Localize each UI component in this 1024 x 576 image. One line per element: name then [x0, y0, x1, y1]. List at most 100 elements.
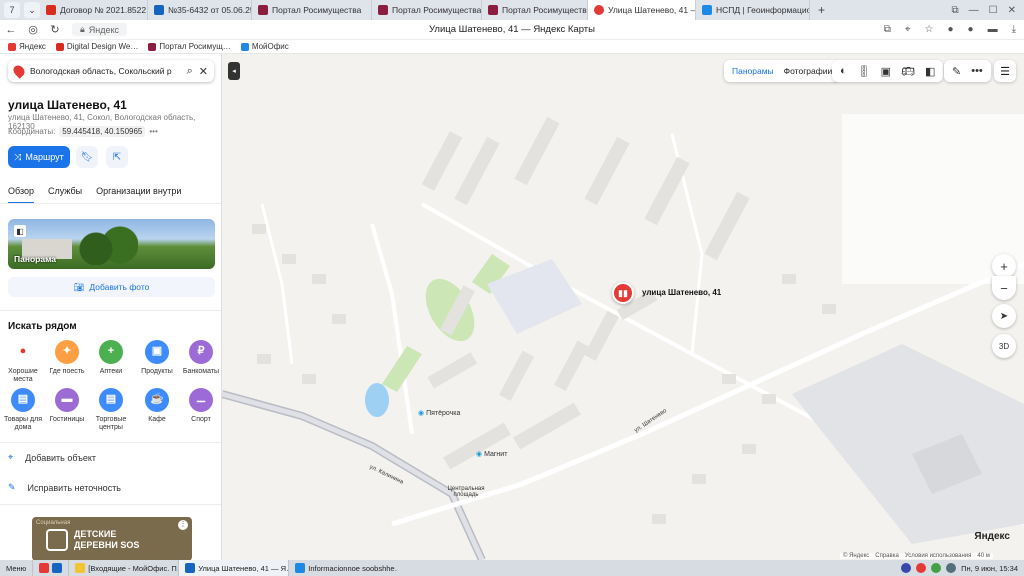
search-box[interactable]: Вологодская область, Сокольский р ⌕ ✕: [8, 60, 214, 82]
tab-1[interactable]: Договор № 2021.8522: [40, 0, 148, 20]
panoramas-button[interactable]: Панорамы: [732, 66, 774, 76]
transport-icon[interactable]: 🚌︎: [901, 65, 915, 78]
share-button[interactable]: ⇱: [106, 146, 128, 168]
clock[interactable]: Пн, 9 июн, 15:34: [961, 564, 1018, 573]
reload-icon[interactable]: ↻: [44, 23, 66, 36]
coordinates-row: Координаты: 59.445418, 40.150965 •••: [8, 126, 158, 137]
start-menu-button[interactable]: Меню: [0, 564, 32, 573]
poi-pyaterochka[interactable]: ◉ Пятёрочка: [418, 409, 460, 417]
category-icon: ▤: [11, 388, 35, 412]
more-icon[interactable]: •••: [149, 127, 157, 136]
location-icon: ⌖: [8, 452, 14, 462]
location-icon[interactable]: ⌖: [905, 24, 911, 35]
more-icon[interactable]: •••: [971, 65, 983, 77]
panorama-preview[interactable]: ◧ Панорама: [8, 219, 215, 269]
tab-organizations[interactable]: Организации внутри: [96, 186, 181, 204]
ad-menu-icon[interactable]: ⋮: [178, 520, 188, 530]
3d-button[interactable]: 3D: [992, 334, 1016, 358]
bookmark-label: Портал Росимущ…: [159, 42, 231, 51]
place-marker[interactable]: ▮▮: [612, 282, 634, 304]
tray-icon[interactable]: [916, 563, 927, 573]
extension-icon[interactable]: ●: [968, 24, 974, 35]
close-window-icon[interactable]: ✕: [1008, 5, 1016, 16]
nearby-category[interactable]: ✦ Где поесть: [44, 340, 90, 376]
bookmark-myoffice[interactable]: МойОфис: [240, 42, 289, 51]
tray-icon[interactable]: [931, 563, 942, 573]
taskbar-item-browser[interactable]: Улица Шатенево, 41 — Я…: [178, 560, 289, 576]
add-object-link[interactable]: ⌖ Добавить объект: [8, 452, 96, 463]
house: [282, 254, 296, 264]
nearby-category[interactable]: ▬ Гостиницы: [44, 388, 90, 424]
search-input[interactable]: Вологодская область, Сокольский р: [30, 66, 181, 76]
tab-list-icon[interactable]: ⌄: [24, 2, 40, 18]
taskbar-app-icon[interactable]: [32, 560, 68, 576]
zoom-out-button[interactable]: −: [992, 276, 1016, 300]
os-taskbar: Меню [Входящие - МойОфис. П… Улица Шатен…: [0, 560, 1024, 576]
camera-icon[interactable]: ▣: [881, 65, 891, 78]
nearby-category[interactable]: ● Хорошие места: [0, 340, 46, 385]
map-canvas[interactable]: ◂ Панорамы Фотографии ◐ 🚦︎ ▣ 🚌︎ ◧ ✎ ••• …: [222, 54, 1024, 560]
bookmark-digital-design[interactable]: Digital Design We…: [55, 42, 139, 51]
bookmark-button[interactable]: 🔖︎: [76, 146, 98, 168]
tray-icon[interactable]: [901, 563, 912, 573]
zoom-in-button[interactable]: +: [992, 254, 1016, 278]
coordinates-value[interactable]: 59.445418, 40.150965: [59, 126, 146, 137]
taskbar-item-mail[interactable]: [Входящие - МойОфис. П…: [68, 560, 178, 576]
route-button[interactable]: ⤨ Маршрут: [8, 146, 70, 168]
close-icon[interactable]: ✕: [199, 65, 208, 78]
tab-7[interactable]: НСПД | Геоинформацио…✕: [696, 0, 810, 20]
category-label: Аптеки: [99, 368, 123, 375]
maximize-icon[interactable]: ☐: [989, 5, 998, 16]
menu-icon[interactable]: ☰: [994, 60, 1016, 82]
window-controls: ⧉ — ☐ ✕: [952, 5, 1024, 16]
poi-magnit[interactable]: ◉ Магнит: [476, 450, 507, 458]
photos-button[interactable]: Фотографии: [784, 66, 833, 76]
house: [782, 274, 796, 284]
map-style-icon[interactable]: ◧: [925, 65, 935, 78]
tab-7-label: НСПД | Геоинформацио…: [716, 5, 810, 15]
nearby-category[interactable]: ▤ Товары для дома: [0, 388, 46, 433]
fix-error-link[interactable]: ✎ Исправить неточность: [8, 482, 121, 493]
bookmark-yandex[interactable]: Яндекс: [8, 42, 46, 51]
shop-icon: ◉: [476, 451, 485, 458]
url-field[interactable]: 🔒︎ Яндекс: [72, 23, 128, 36]
back-icon[interactable]: ←: [0, 24, 22, 36]
bookmark-rosim[interactable]: Портал Росимущ…: [148, 42, 231, 51]
extensions-icon[interactable]: ⧉: [952, 5, 959, 16]
nearby-category[interactable]: + Аптеки: [88, 340, 134, 376]
extension-icon[interactable]: ▬: [988, 24, 998, 35]
tab-4[interactable]: Портал Росимущества: [372, 0, 482, 20]
bookmark-icon[interactable]: ☆: [925, 24, 934, 35]
extension-icon[interactable]: ●: [947, 24, 953, 35]
nearby-category[interactable]: ▤ Торговые центры: [88, 388, 134, 433]
layers-icon[interactable]: ◐: [840, 65, 847, 77]
taskbar-item-document[interactable]: Informacionnoe soobshhe…: [288, 560, 398, 576]
ruler-icon[interactable]: ✎: [952, 65, 961, 78]
help-link[interactable]: Справка: [875, 553, 899, 559]
tab-counter[interactable]: 7: [4, 2, 20, 18]
tab-overview[interactable]: Обзор: [8, 186, 34, 204]
tray-icon[interactable]: [946, 563, 957, 573]
copy-icon[interactable]: ⧉: [884, 24, 891, 35]
nearby-category[interactable]: ▣ Продукты: [134, 340, 180, 376]
tab-3[interactable]: Портал Росимущества: [252, 0, 372, 20]
collapse-sidebar-button[interactable]: ◂: [228, 62, 240, 80]
geolocation-icon[interactable]: ➤: [992, 304, 1016, 328]
ad-banner[interactable]: Социальная ДЕТСКИЕ ДЕРЕВНИ SOS ⋮: [32, 517, 192, 560]
yandex-account-icon[interactable]: ◎: [22, 23, 44, 36]
tab-5[interactable]: Портал Росимущества: [482, 0, 588, 20]
tab-2[interactable]: №35-6432 от 05.06.25: [148, 0, 252, 20]
nearby-category[interactable]: ₽ Банкоматы: [178, 340, 221, 376]
nearby-category[interactable]: ☕ Кафе: [134, 388, 180, 424]
nearby-category[interactable]: ⚊ Спорт: [178, 388, 221, 424]
traffic-icon[interactable]: 🚦︎: [857, 65, 871, 78]
new-tab-button[interactable]: +: [810, 3, 833, 17]
add-photo-button[interactable]: 📷︎ Добавить фото: [8, 277, 215, 297]
download-icon[interactable]: ⤓: [1012, 24, 1016, 35]
tab-6[interactable]: Улица Шатенево, 41 —✕: [588, 0, 696, 20]
terms-link[interactable]: Условия использования: [905, 553, 972, 559]
search-icon[interactable]: ⌕: [187, 65, 193, 78]
minimize-icon[interactable]: —: [969, 5, 979, 16]
tab-services[interactable]: Службы: [48, 186, 82, 204]
bookmark-label: Digital Design We…: [66, 42, 139, 51]
